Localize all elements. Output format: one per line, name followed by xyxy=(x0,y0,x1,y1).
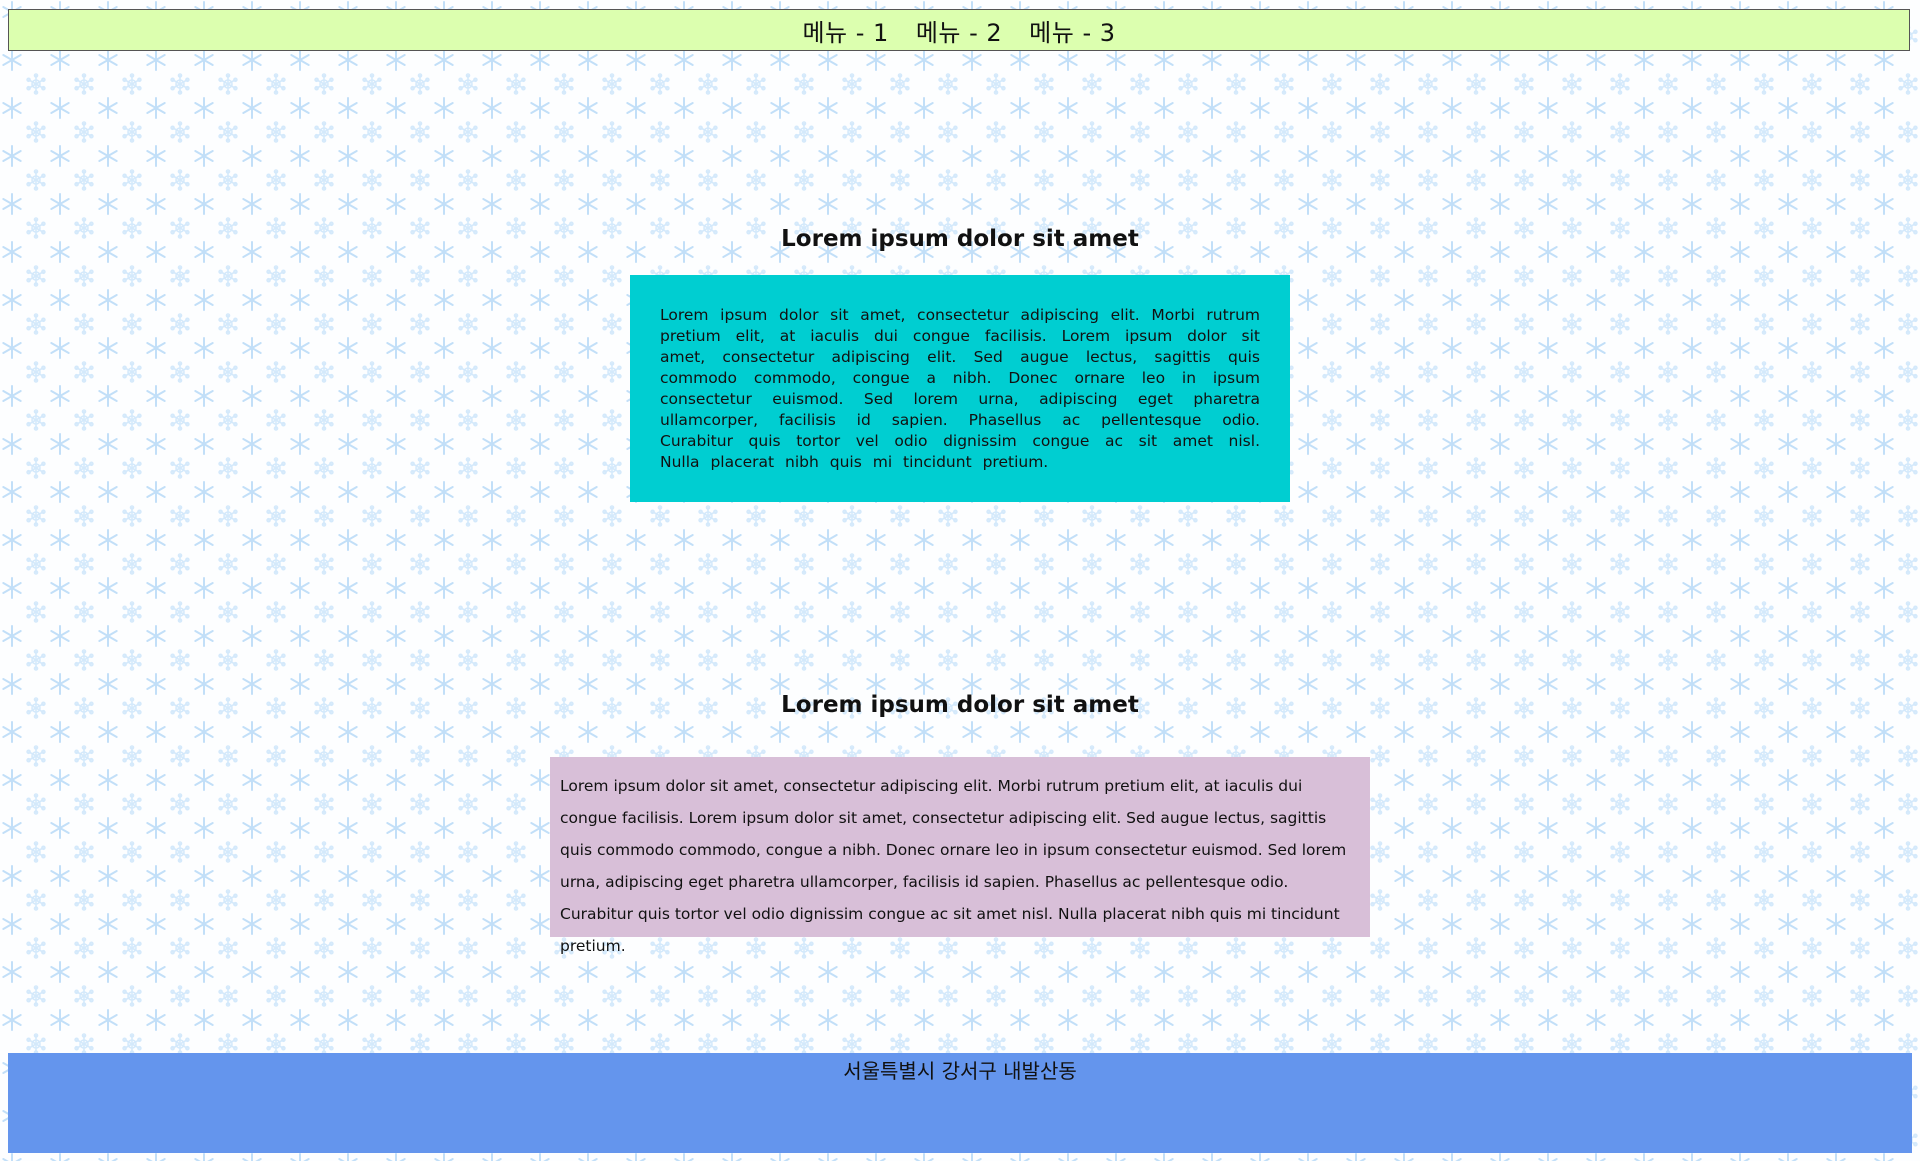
menu-item-2[interactable]: 메뉴 - 2 xyxy=(916,13,1002,48)
section-2-content-box: Lorem ipsum dolor sit amet, consectetur … xyxy=(550,757,1370,955)
section-2-paragraph: Lorem ipsum dolor sit amet, consectetur … xyxy=(560,777,1347,955)
section-1-paragraph: Lorem ipsum dolor sit amet, consectetur … xyxy=(660,306,1260,471)
menu-item-3[interactable]: 메뉴 - 3 xyxy=(1029,13,1115,48)
section-1-content-box: Lorem ipsum dolor sit amet, consectetur … xyxy=(630,275,1290,502)
footer: 서울특별시 강서구 내발산동 xyxy=(8,1053,1912,1153)
footer-address: 서울특별시 강서구 내발산동 xyxy=(843,1059,1077,1083)
top-menu-bar: 메뉴 - 1 메뉴 - 2 메뉴 - 3 xyxy=(8,9,1910,51)
section-1-title: Lorem ipsum dolor sit amet xyxy=(781,226,1139,252)
section-2-title: Lorem ipsum dolor sit amet xyxy=(781,692,1139,718)
menu-item-1[interactable]: 메뉴 - 1 xyxy=(802,13,888,48)
snowflake-background xyxy=(0,0,1920,1161)
